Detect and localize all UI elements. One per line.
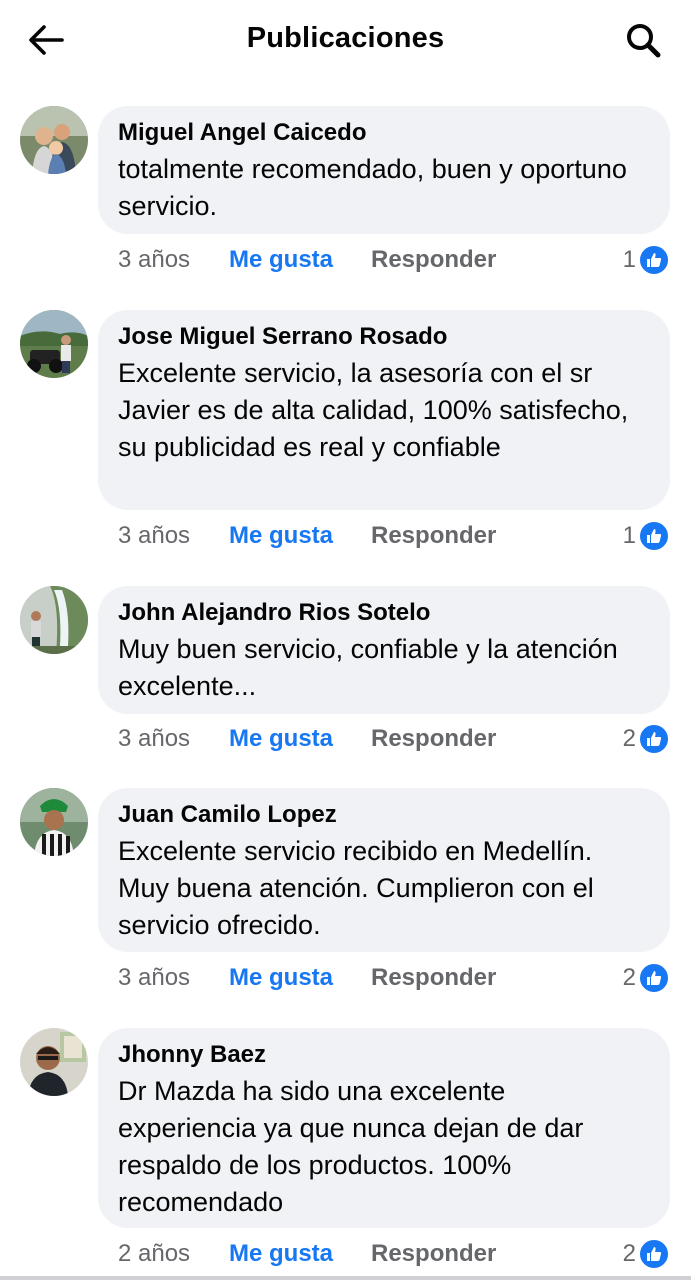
comment-actions: 3 años Me gusta Responder 2 — [118, 721, 678, 757]
avatar[interactable] — [20, 310, 88, 378]
reaction-summary[interactable]: 1 — [623, 242, 670, 278]
thumbs-up-icon — [638, 962, 670, 994]
reaction-summary[interactable]: 2 — [623, 960, 670, 996]
comment-bubble: Miguel Angel Caicedo totalmente recomend… — [98, 106, 670, 234]
comment-author[interactable]: Juan Camilo Lopez — [118, 800, 650, 830]
comment-text: Dr Mazda ha sido una excelente experienc… — [118, 1076, 584, 1217]
reply-button[interactable]: Responder — [371, 960, 496, 996]
bottom-divider — [0, 1276, 691, 1280]
comment-bubble: Jose Miguel Serrano Rosado Excelente ser… — [98, 310, 670, 510]
thumbs-up-icon — [638, 244, 670, 276]
reaction-count: 2 — [622, 725, 636, 752]
avatar[interactable] — [20, 106, 88, 174]
comment-timestamp[interactable]: 2 años — [118, 1236, 190, 1272]
comment-text: Excelente servicio recibido en Medellín.… — [118, 836, 594, 940]
avatar[interactable] — [20, 788, 88, 856]
comment-actions: 2 años Me gusta Responder 2 — [118, 1236, 678, 1272]
thumbs-up-icon — [638, 723, 670, 755]
reaction-count: 1 — [622, 522, 636, 549]
comment-actions: 3 años Me gusta Responder 1 — [118, 242, 678, 278]
comment-author[interactable]: John Alejandro Rios Sotelo — [118, 598, 650, 628]
like-button[interactable]: Me gusta — [229, 518, 333, 554]
reaction-summary[interactable]: 2 — [623, 1236, 670, 1272]
reaction-count: 1 — [622, 246, 636, 273]
comment-timestamp[interactable]: 3 años — [118, 518, 190, 554]
like-button[interactable]: Me gusta — [229, 1236, 333, 1272]
thumbs-up-icon — [638, 1238, 670, 1270]
avatar[interactable] — [20, 586, 88, 654]
comment-timestamp[interactable]: 3 años — [118, 960, 190, 996]
like-button[interactable]: Me gusta — [229, 960, 333, 996]
comment-text: totalmente recomendado, buen y oportuno … — [118, 154, 627, 221]
comment-actions: 3 años Me gusta Responder 1 — [118, 518, 678, 554]
reply-button[interactable]: Responder — [371, 721, 496, 757]
comment-text: Excelente servicio, la asesoría con el s… — [118, 358, 629, 462]
reaction-summary[interactable]: 1 — [623, 518, 670, 554]
reply-button[interactable]: Responder — [371, 518, 496, 554]
comment-author[interactable]: Jose Miguel Serrano Rosado — [118, 322, 650, 352]
comment-author[interactable]: Jhonny Baez — [118, 1040, 650, 1070]
reply-button[interactable]: Responder — [371, 1236, 496, 1272]
reaction-count: 2 — [622, 964, 636, 991]
like-button[interactable]: Me gusta — [229, 721, 333, 757]
comment-bubble: John Alejandro Rios Sotelo Muy buen serv… — [98, 586, 670, 714]
comments-list: Miguel Angel Caicedo totalmente recomend… — [0, 0, 691, 1280]
like-button[interactable]: Me gusta — [229, 242, 333, 278]
comment-bubble: Jhonny Baez Dr Mazda ha sido una excelen… — [98, 1028, 670, 1228]
comment-timestamp[interactable]: 3 años — [118, 721, 190, 757]
reaction-summary[interactable]: 2 — [623, 721, 670, 757]
comment-actions: 3 años Me gusta Responder 2 — [118, 960, 678, 996]
thumbs-up-icon — [638, 520, 670, 552]
reply-button[interactable]: Responder — [371, 242, 496, 278]
comment-bubble: Juan Camilo Lopez Excelente servicio rec… — [98, 788, 670, 952]
comment-author[interactable]: Miguel Angel Caicedo — [118, 118, 650, 148]
avatar[interactable] — [20, 1028, 88, 1096]
comment-text: Muy buen servicio, confiable y la atenci… — [118, 634, 618, 701]
reaction-count: 2 — [622, 1240, 636, 1267]
comment-timestamp[interactable]: 3 años — [118, 242, 190, 278]
